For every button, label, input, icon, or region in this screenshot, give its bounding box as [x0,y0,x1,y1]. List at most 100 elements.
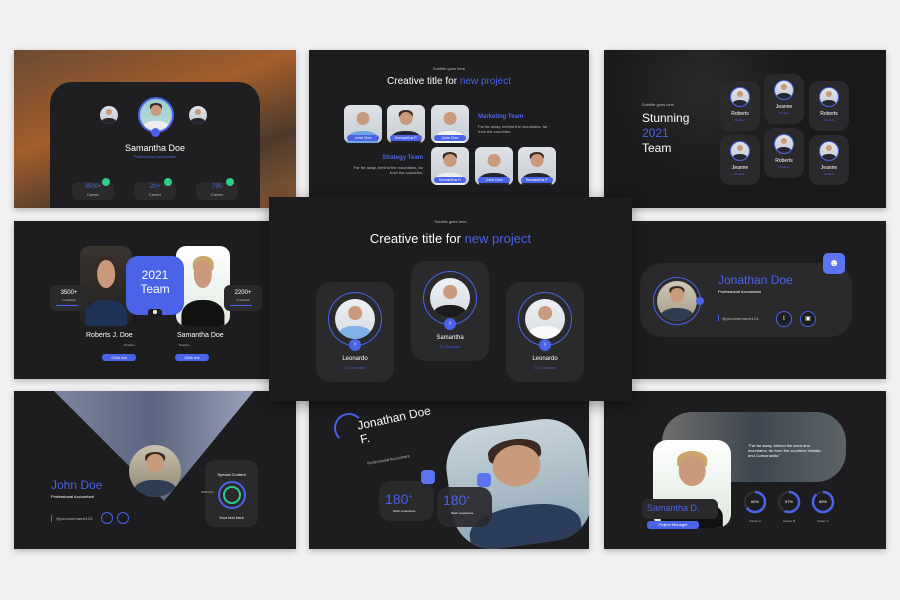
slide-2021-team[interactable]: 2021 Team ☻ 3500+ Feedback 2200+ Feedback R… [14,221,296,379]
slide-profile-samantha[interactable]: Samantha Doe Professional Accountant 350… [14,50,296,208]
side-avatar-right [189,106,207,124]
team-photo: Samantha P. [518,147,556,185]
slide-teams[interactable]: Subtitle goes here Creative title for ne… [309,50,589,197]
slide8-stats-0-value: 180 [385,491,409,507]
member-card[interactable]: Roberts Position [764,128,804,178]
slide4-right-stat: 2200+ [234,290,252,296]
slide-jonathan-f[interactable]: Jonathan Doe F. Professional Accountant 1… [309,391,589,549]
instagram-icon[interactable] [117,512,129,524]
chevron-right-icon[interactable]: › [349,339,361,351]
center-title: Creative title for [369,231,465,246]
slide7-special_text: Your text here [219,515,244,520]
slide9-rings-1-value: 57% [784,499,793,504]
team-photo: John Doe [431,105,469,143]
slide2-row1-0: John Doe [347,135,379,141]
twitter-icon[interactable] [101,512,113,524]
slide-john-doe[interactable]: John Doe Professional Accountant @yourus… [14,391,296,549]
subtitle: Subtitle goes here [642,102,675,107]
slide9-rings-2-value: 88% [818,499,827,504]
slide1-stats-1-label: Career [148,192,162,197]
member-card[interactable]: Jeanne Position [764,74,804,124]
slide1-stats-2-label: Career [210,192,224,197]
click-button[interactable]: Click me [175,354,209,361]
avatar [129,445,181,497]
team-photo: Samantha P. [431,147,469,185]
member-card[interactable]: Jeanne Position [809,135,849,185]
member-card[interactable]: › Leonardo Co Founder [506,282,584,382]
avatar [525,299,565,339]
stat-card: 795 Career [196,178,238,200]
slide8-stats-1-label: Work experience [451,511,474,515]
slide2-row2-2: Samantha P. [521,177,553,183]
slide1-stats-0-label: Career [86,192,100,197]
side-avatar-left [100,106,118,124]
user-button[interactable]: ☻ [823,253,845,274]
twitter-icon[interactable]: t [776,311,792,327]
center-members-1-role: Co Founder [439,344,461,349]
instagram-icon[interactable]: ▣ [800,311,816,327]
slide8-stats-1-value: 180 [443,492,467,508]
plus-icon[interactable] [151,128,160,137]
slide-jonathan-card[interactable]: Jonathan Doe Professional Accountant @yo… [632,221,886,379]
avatar [774,80,794,100]
stat-card: 2200+ Feedback [224,285,262,311]
avatar [430,278,470,318]
marketing-title: Marketing Team [478,114,524,120]
subtitle: Subtitle goes here [434,219,467,224]
team-photo: John Doe [344,105,382,143]
member-card[interactable]: › Leonardo Co Founder [316,282,394,382]
slide1-stats-0-value: 3500+ [84,184,102,190]
avatar [774,134,794,154]
slide4-left-stat: 3500+ [60,290,78,296]
member-card[interactable]: › Samantha Co Founder [411,261,489,361]
subtitle: Subtitle goes here [432,66,466,71]
user-icon: ☻ [148,309,162,321]
slide1-stats-1-value: 20+ [149,184,161,190]
role-badge: Project Manager [647,521,699,529]
slide2-row2-0: Samantha P. [434,177,466,183]
stat-card: 180+ Work experience [379,481,434,521]
click-button[interactable]: Click me [102,354,136,361]
slide8-stats-0-sup: + [408,493,413,501]
stat-card: 3500+ Feedback [50,285,88,311]
slide3-members-4-name: Roberts [775,158,793,164]
profile-name: Samantha Doe [124,143,186,153]
slide-stunning-team[interactable]: Subtitle goes here Stunning 2021 Team Ro… [604,50,886,208]
team-photo: Samantha P. [387,105,425,143]
slide3-members-5-name: Jeanne [820,165,838,171]
slide1-stats-2-value: 795 [211,184,222,190]
chevron-right-icon[interactable]: › [444,318,456,330]
slide9-name: Samantha D. [647,503,700,513]
member-card[interactable]: Roberts Position [720,81,760,131]
slide9-rings-0-value: 65% [750,499,759,504]
laptop-photo [441,413,589,549]
name-box: Samantha D. [642,499,718,519]
stat-card: 3500+ Career [72,178,114,200]
member-card[interactable]: Jeanne Position [720,135,760,185]
wifi-icon [421,470,435,484]
center-members-2-name: Leonardo [532,356,558,362]
home-icon [477,473,491,487]
center-members-0-name: Leonardo [342,356,368,362]
profile-role: Professional Accountant [133,154,177,159]
member-name: Samantha Doe [177,332,224,339]
slide8-role: Professional Accountant [366,453,411,466]
slide4-left-stat_label: Feedback [62,298,76,302]
slide2-row2-1: John Doe [478,177,510,183]
quote: "Far far away, behind the word and mount… [748,443,821,458]
slide-samantha-d[interactable]: "Far far away, behind the word and mount… [604,391,886,549]
avatar [819,87,839,107]
name-heading: Jonathan Doe F. [356,403,435,446]
avatar [730,141,750,161]
member-photo [80,246,132,326]
slide3-members-1-role: Position [778,111,790,115]
slide6-role: Professional Accountant [718,289,761,294]
member-card[interactable]: Roberts Position [809,81,849,131]
center-members-2-role: Co Founder [534,365,556,370]
slide4-right-stat_label: Feedback [236,298,250,302]
strategy-desc: Far far away, behind the mountains, far … [353,165,423,175]
heading-line2: 2021 [642,126,669,140]
slide7-role: Professional Accountant [51,494,94,499]
slide-creative-title-main[interactable]: Subtitle goes here Creative title for ne… [269,197,632,401]
chevron-right-icon[interactable]: › [539,339,551,351]
